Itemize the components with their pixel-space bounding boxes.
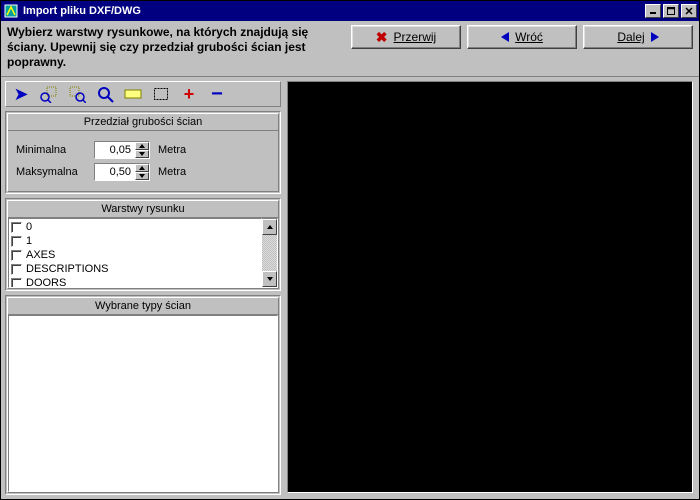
next-icon xyxy=(651,32,659,42)
window-controls xyxy=(643,4,697,18)
max-thickness-spinner[interactable] xyxy=(94,163,150,181)
scroll-track[interactable] xyxy=(262,235,277,271)
back-button[interactable]: Wróć xyxy=(467,25,577,49)
layers-panel: Warstwy rysunku 0 1 AXES DESCRIPTIONS DO… xyxy=(5,198,281,291)
view-toolbar: ➤ + − xyxy=(5,81,281,107)
walltypes-listbox[interactable] xyxy=(8,315,278,492)
close-button[interactable] xyxy=(681,4,697,18)
list-item[interactable]: 1 xyxy=(11,234,259,248)
cancel-button[interactable]: ✖ Przerwij xyxy=(351,25,461,49)
minimize-button[interactable] xyxy=(645,4,661,18)
back-icon xyxy=(501,32,509,42)
thickness-header: Przedział grubości ścian xyxy=(8,114,278,131)
min-spin-down[interactable] xyxy=(135,150,149,158)
max-spin-down[interactable] xyxy=(135,172,149,180)
max-label: Maksymalna xyxy=(16,166,86,178)
walltypes-header: Wybrane typy ścian xyxy=(8,298,278,315)
import-dxf-window: Import pliku DXF/DWG Wybierz warstwy rys… xyxy=(0,0,700,500)
cancel-label: Przerwij xyxy=(394,30,437,44)
checkbox-icon[interactable] xyxy=(11,278,22,289)
min-label: Minimalna xyxy=(16,144,86,156)
list-item[interactable]: 0 xyxy=(11,220,259,234)
min-thickness-row: Minimalna Metra xyxy=(16,141,270,159)
min-unit: Metra xyxy=(158,144,198,156)
plus-icon[interactable]: + xyxy=(178,84,200,104)
zoom-icon[interactable] xyxy=(94,84,116,104)
layers-header: Warstwy rysunku xyxy=(8,201,278,218)
left-panel: ➤ + − Przedział grubości ścian Minimalna xyxy=(1,77,285,499)
list-item[interactable]: DOORS xyxy=(11,276,259,288)
next-label: Dalej xyxy=(617,30,644,44)
max-thickness-input[interactable] xyxy=(95,164,135,180)
fit-view-icon[interactable] xyxy=(122,84,144,104)
max-thickness-row: Maksymalna Metra xyxy=(16,163,270,181)
pointer-tool-icon[interactable]: ➤ xyxy=(10,84,32,104)
minus-icon[interactable]: − xyxy=(206,84,228,104)
max-spin-up[interactable] xyxy=(135,164,149,172)
zoom-area-in-icon[interactable] xyxy=(38,84,60,104)
checkbox-icon[interactable] xyxy=(11,264,22,275)
drawing-preview[interactable] xyxy=(287,81,693,493)
header-row: Wybierz warstwy rysunkowe, na których zn… xyxy=(1,21,699,77)
instruction-text: Wybierz warstwy rysunkowe, na których zn… xyxy=(7,25,351,70)
checkbox-icon[interactable] xyxy=(11,222,22,233)
app-icon xyxy=(3,3,19,19)
list-item[interactable]: DESCRIPTIONS xyxy=(11,262,259,276)
min-thickness-spinner[interactable] xyxy=(94,141,150,159)
walltypes-panel: Wybrane typy ścian xyxy=(5,295,281,495)
next-button[interactable]: Dalej xyxy=(583,25,693,49)
scroll-up-button[interactable] xyxy=(262,219,277,235)
nav-buttons: ✖ Przerwij Wróć Dalej xyxy=(351,25,693,49)
window-title: Import pliku DXF/DWG xyxy=(23,5,643,17)
checkbox-icon[interactable] xyxy=(11,236,22,247)
list-item[interactable]: AXES xyxy=(11,248,259,262)
back-label: Wróć xyxy=(515,30,543,44)
zoom-area-out-icon[interactable] xyxy=(66,84,88,104)
select-rect-icon[interactable] xyxy=(150,84,172,104)
layers-scrollbar[interactable] xyxy=(262,218,278,288)
maximize-button[interactable] xyxy=(663,4,679,18)
scroll-down-button[interactable] xyxy=(262,271,277,287)
thickness-panel: Przedział grubości ścian Minimalna xyxy=(5,111,281,194)
layers-listbox[interactable]: 0 1 AXES DESCRIPTIONS DOORS xyxy=(8,218,262,288)
min-spin-up[interactable] xyxy=(135,142,149,150)
max-unit: Metra xyxy=(158,166,198,178)
body: ➤ + − Przedział grubości ścian Minimalna xyxy=(1,77,699,499)
checkbox-icon[interactable] xyxy=(11,250,22,261)
min-thickness-input[interactable] xyxy=(95,142,135,158)
cancel-icon: ✖ xyxy=(376,29,388,46)
titlebar[interactable]: Import pliku DXF/DWG xyxy=(1,1,699,21)
